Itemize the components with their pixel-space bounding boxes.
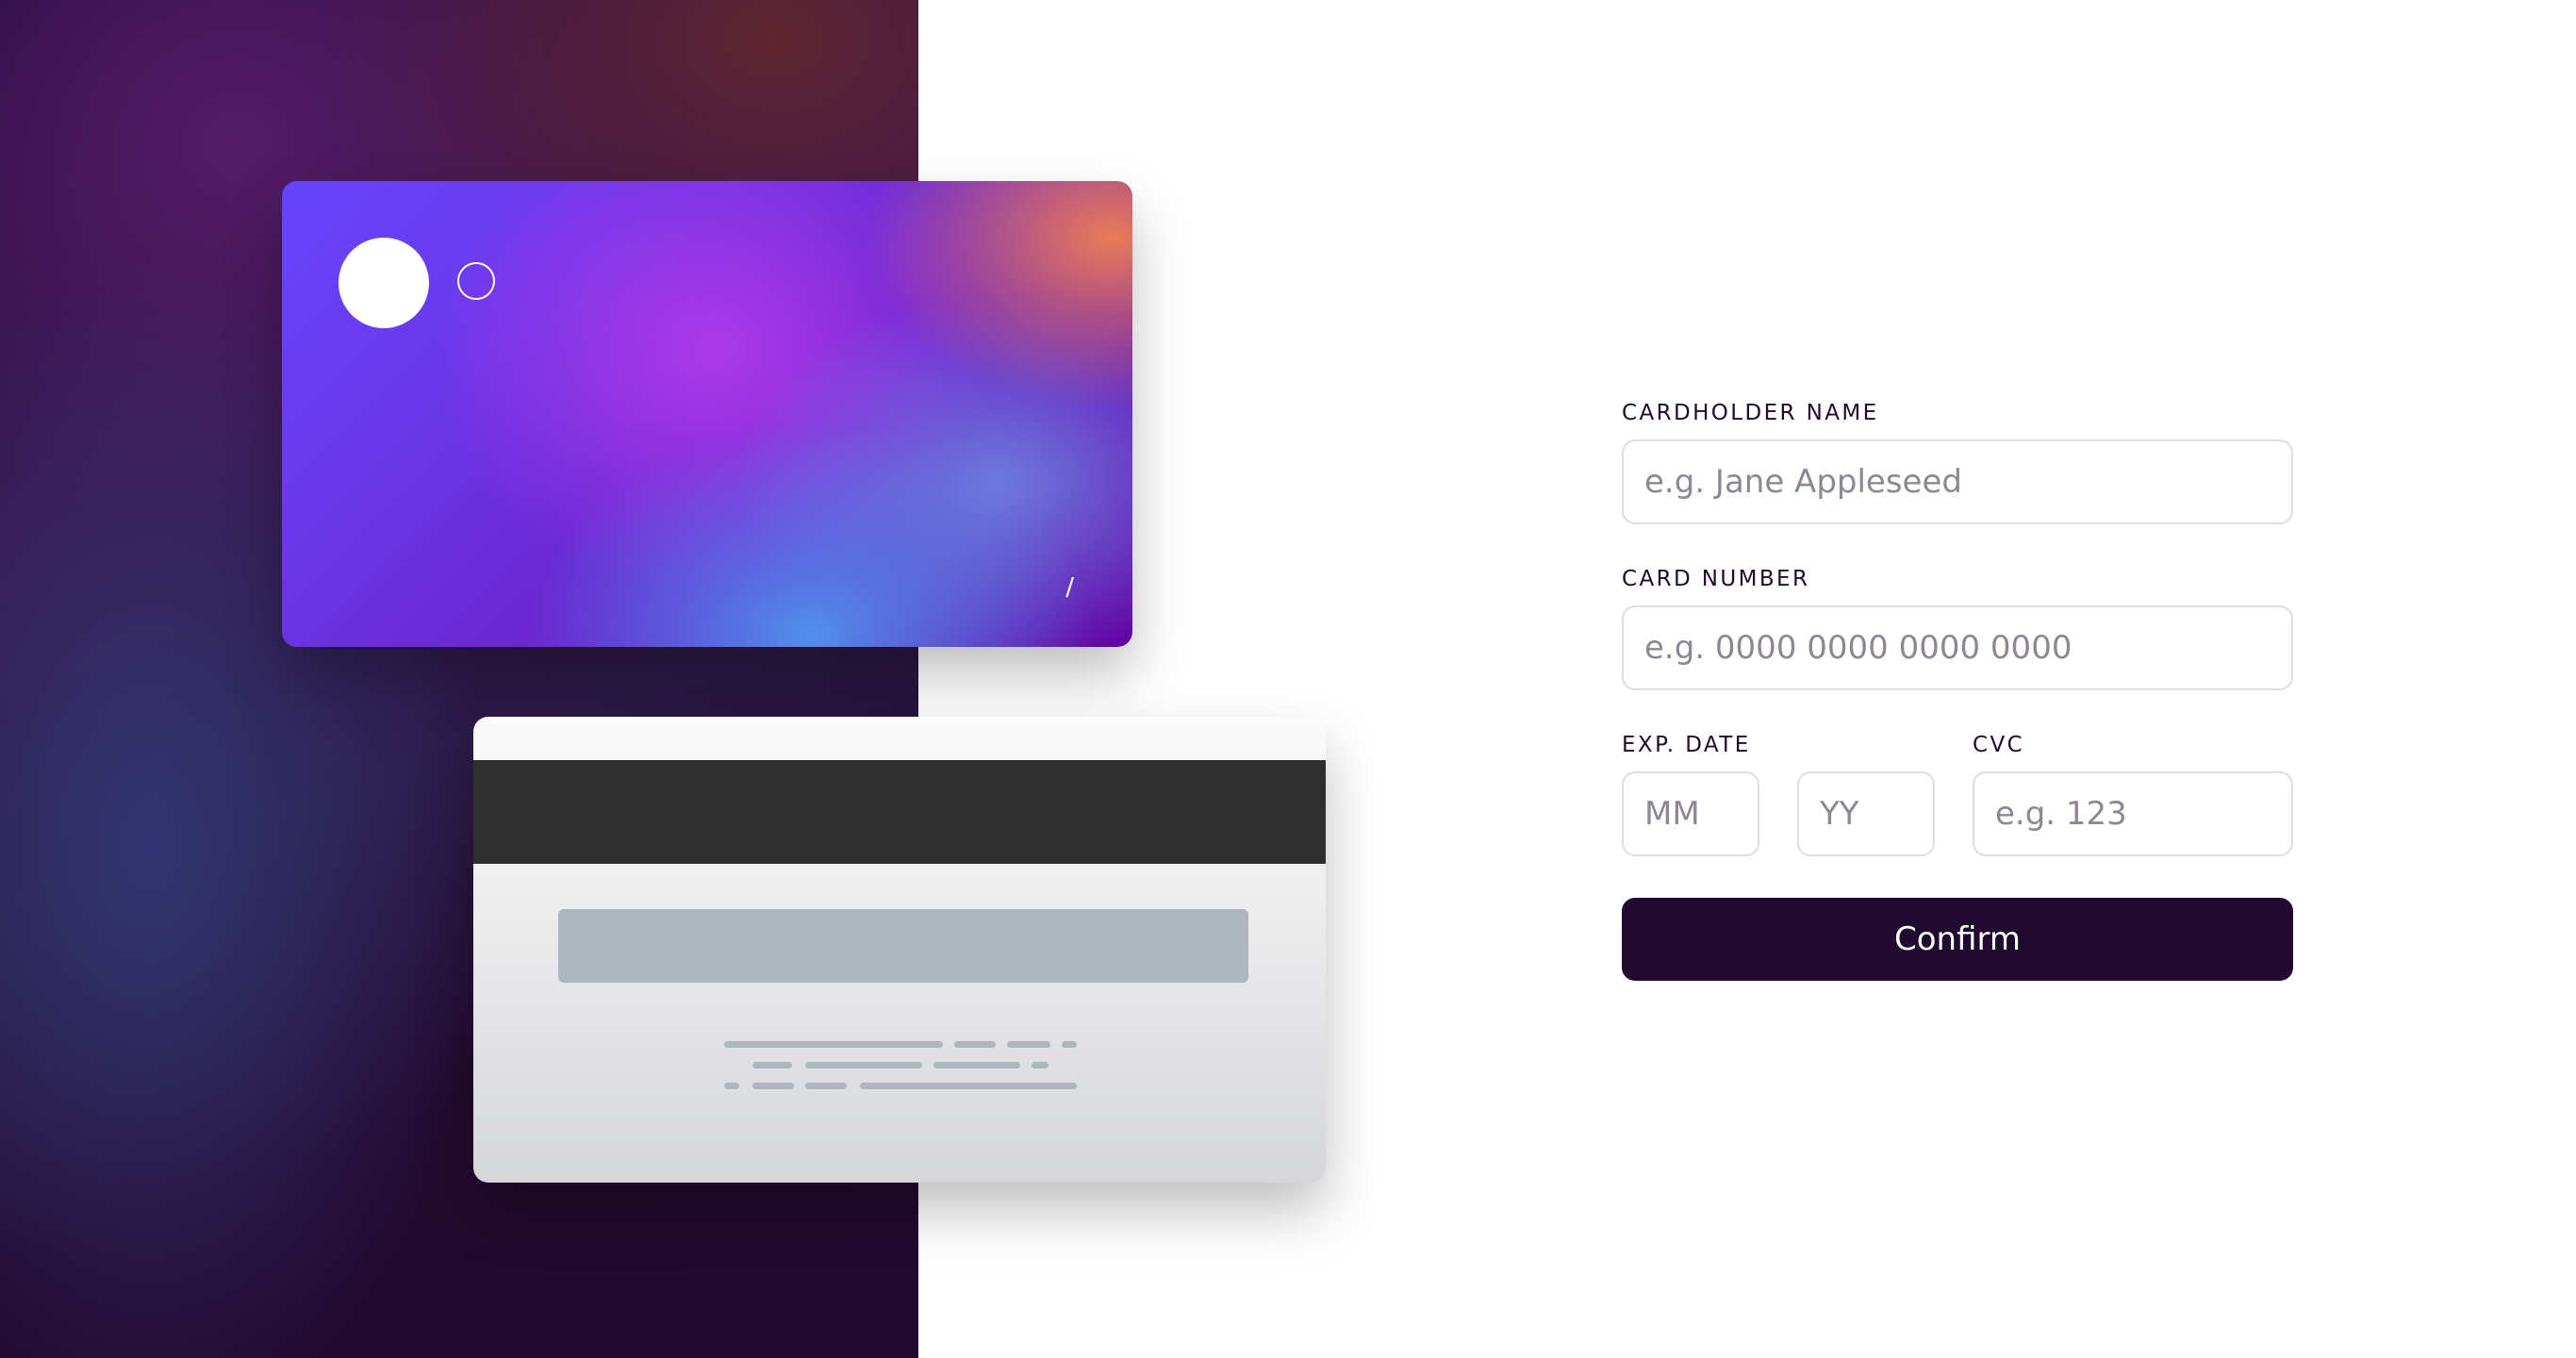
fine-print-line — [805, 1083, 847, 1089]
page: / CARDHOLDER NAME CARD NUMBER — [0, 0, 2576, 1358]
exp-date-group: EXP. DATE — [1622, 732, 1935, 856]
cvc-input[interactable] — [1973, 771, 2293, 856]
expiry-cvc-row: EXP. DATE CVC — [1622, 732, 2293, 856]
card-front: / — [282, 181, 1132, 647]
fine-print-line — [860, 1083, 1077, 1089]
cvc-group: CVC — [1973, 732, 2293, 856]
fine-print-line — [1032, 1062, 1049, 1068]
exp-date-label: EXP. DATE — [1622, 733, 1751, 757]
cardholder-name-input[interactable] — [1622, 439, 2293, 524]
cardholder-field: CARDHOLDER NAME — [1622, 400, 2293, 524]
fine-print-line — [954, 1041, 996, 1048]
fine-print-line — [752, 1062, 792, 1068]
fine-print-line — [724, 1083, 739, 1089]
card-logo-outline-circle-icon — [457, 262, 495, 300]
magnetic-stripe — [473, 760, 1326, 864]
card-number-input[interactable] — [1622, 605, 2293, 690]
fine-print-line — [1007, 1041, 1050, 1048]
exp-month-input[interactable] — [1622, 771, 1759, 856]
card-back-cvc-box — [558, 909, 1248, 983]
cvc-label: CVC — [1973, 733, 2025, 757]
card-number-field: CARD NUMBER — [1622, 566, 2293, 690]
fine-print-line — [933, 1062, 1020, 1068]
card-back — [473, 717, 1326, 1183]
cardholder-label: CARDHOLDER NAME — [1622, 401, 1879, 425]
card-logo-filled-circle-icon — [339, 238, 429, 328]
confirm-button[interactable]: Confirm — [1622, 898, 2293, 981]
card-number-label: CARD NUMBER — [1622, 567, 1810, 591]
card-expiry-separator: / — [1065, 573, 1074, 602]
fine-print-line — [752, 1083, 794, 1089]
fine-print-line — [724, 1041, 943, 1048]
fine-print-line — [1062, 1041, 1077, 1048]
exp-date-inputs — [1622, 771, 1935, 856]
fine-print-line — [805, 1062, 922, 1068]
card-details-form: CARDHOLDER NAME CARD NUMBER EXP. DATE CV… — [1622, 400, 2293, 981]
card-back-fine-print — [724, 1041, 1082, 1094]
exp-year-input[interactable] — [1797, 771, 1935, 856]
